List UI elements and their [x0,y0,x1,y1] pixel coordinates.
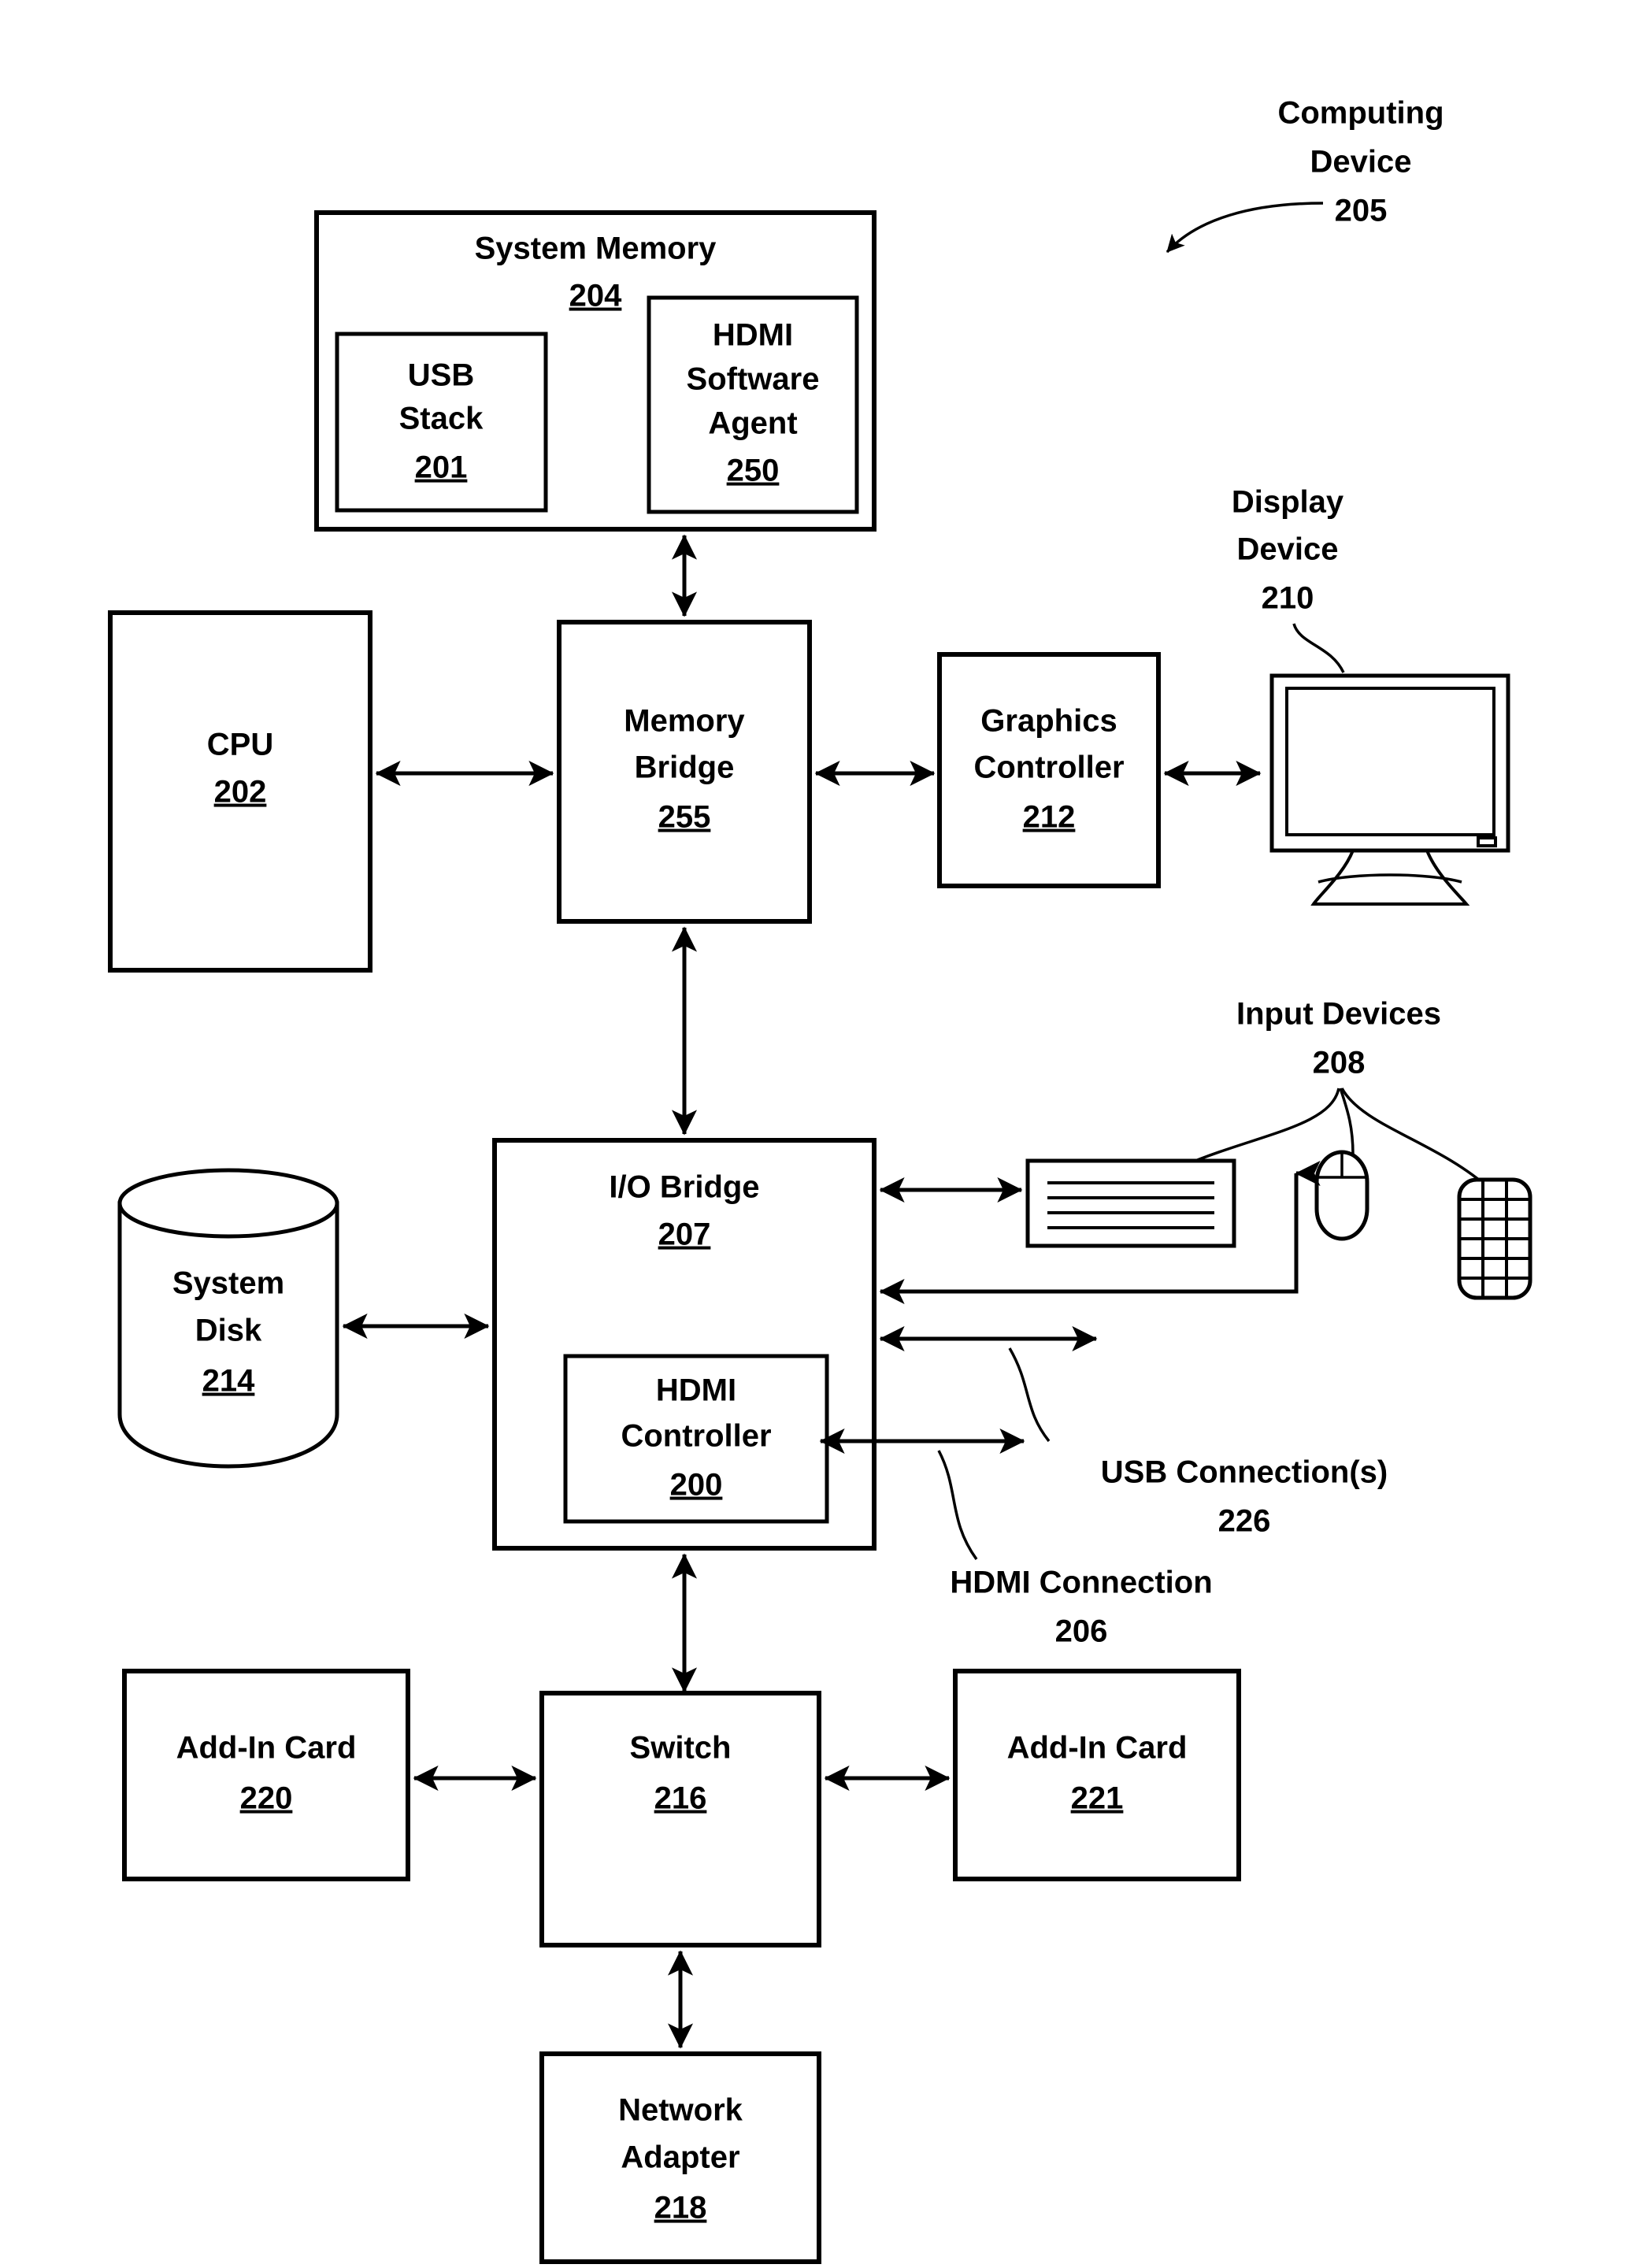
display-device-ref: 210 [1262,581,1314,616]
system-disk-label-line1: System [172,1266,284,1301]
keypad-icon [1457,1177,1532,1300]
callout-usb-connections: USB Connection(s) 226 [1008,1347,1388,1539]
monitor-bezel [1269,673,1510,853]
system-disk-ref: 214 [202,1364,255,1399]
add-in-card-right-label: Add-In Card [1007,1731,1188,1766]
block-hdmi-controller[interactable]: HDMI Controller 200 [563,1354,829,1524]
computing-device-label-line1: Computing [1277,96,1444,131]
usb-stack-label-line1: USB [408,358,474,393]
display-monitor-icon [1269,673,1510,906]
hdmi-controller-label-line2: Controller [621,1419,771,1454]
block-switch[interactable]: Switch 216 [539,1691,821,1947]
cpu-ref: 202 [214,775,267,810]
system-disk-label-line2: Disk [195,1314,262,1348]
usb-connections-leader-line [1008,1347,1051,1443]
hdmi-software-agent-ref: 250 [727,454,780,488]
display-device-label-line2: Device [1237,532,1339,567]
io-bridge-label: I/O Bridge [609,1170,759,1205]
io-bridge-ref: 207 [658,1217,711,1252]
block-usb-stack[interactable]: USB Stack 201 [335,332,548,513]
network-adapter-ref: 218 [654,2191,707,2225]
block-diagram: Computing Device 205 System Memory 204 U… [108,96,1532,2264]
add-in-card-left-ref: 220 [240,1781,293,1816]
mouse-icon [1314,1150,1369,1241]
hdmi-controller-ref: 200 [670,1468,723,1503]
network-adapter-label-line1: Network [618,2093,743,2128]
system-disk-top [117,1168,339,1239]
block-add-in-card-left[interactable]: Add-In Card 220 [122,1669,410,1881]
block-hdmi-software-agent[interactable]: HDMI Software Agent 250 [647,295,859,514]
display-device-label-line1: Display [1232,485,1344,520]
memory-bridge-label-line1: Memory [624,704,745,739]
hdmi-software-agent-label-line1: HDMI [713,318,793,353]
usb-stack-ref: 201 [415,450,468,485]
hdmi-software-agent-label-line3: Agent [708,406,797,441]
add-in-card-right-box[interactable] [953,1669,1241,1881]
computing-device-label-line2: Device [1310,145,1412,180]
block-add-in-card-right[interactable]: Add-In Card 221 [953,1669,1241,1881]
callout-computing-device: Computing Device 205 [1166,96,1444,254]
input-devices-leader-keyboard [1187,1088,1340,1166]
graphics-controller-ref: 212 [1023,800,1076,835]
disk-cylinder-icon[interactable]: System Disk 214 [117,1168,339,1469]
figure-canvas: Computing Device 205 System Memory 204 U… [0,0,1627,2268]
switch-ref: 216 [654,1781,707,1816]
input-devices-leader-mouse [1339,1088,1355,1155]
input-devices-ref: 208 [1313,1046,1366,1080]
hdmi-connection-leader-line [937,1450,978,1561]
usb-stack-label-line2: Stack [399,402,484,436]
hdmi-connection-label: HDMI Connection [950,1566,1212,1600]
display-device-leader-line [1292,623,1345,673]
computing-device-leader-arrow [1166,202,1324,254]
block-network-adapter[interactable]: Network Adapter 218 [539,2051,821,2264]
keyboard-body [1025,1158,1236,1248]
cpu-label: CPU [207,728,273,762]
hdmi-connection-ref: 206 [1055,1614,1108,1649]
add-in-card-left-box[interactable] [122,1669,410,1881]
usb-connections-ref: 226 [1218,1504,1271,1539]
usb-connections-label: USB Connection(s) [1101,1455,1388,1490]
graphics-controller-label-line2: Controller [973,750,1124,785]
system-memory-ref: 204 [569,279,622,313]
block-memory-bridge[interactable]: Memory Bridge 255 [557,620,812,924]
add-in-card-right-ref: 221 [1071,1781,1124,1816]
switch-label: Switch [630,1731,732,1766]
network-adapter-label-line2: Adapter [621,2140,739,2175]
hdmi-controller-label-line1: HDMI [656,1373,736,1408]
system-memory-label: System Memory [475,232,717,266]
hdmi-software-agent-label-line2: Software [687,362,820,397]
keyboard-icon [1025,1158,1236,1248]
add-in-card-left-label: Add-In Card [176,1731,357,1766]
graphics-controller-label-line1: Graphics [980,704,1117,739]
block-cpu[interactable]: CPU 202 [108,610,372,973]
block-graphics-controller[interactable]: Graphics Controller 212 [937,652,1161,888]
computing-device-ref: 205 [1335,194,1388,228]
input-devices-label: Input Devices [1236,997,1441,1032]
callout-display-device: Display Device 210 [1232,485,1345,673]
memory-bridge-ref: 255 [658,800,711,835]
memory-bridge-label-line2: Bridge [635,750,735,785]
